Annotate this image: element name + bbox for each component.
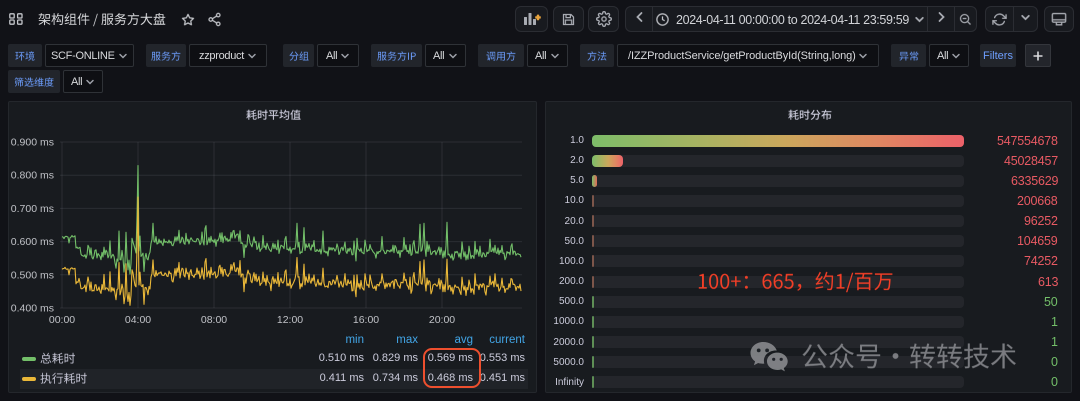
- svg-text:08:00: 08:00: [201, 314, 227, 326]
- svg-text:0.900 ms: 0.900 ms: [11, 137, 54, 149]
- svg-text:12:00: 12:00: [277, 314, 303, 326]
- svg-text:04:00: 04:00: [125, 314, 151, 326]
- svg-text:0.800 ms: 0.800 ms: [11, 170, 54, 182]
- svg-text:0.500 ms: 0.500 ms: [11, 269, 54, 281]
- svg-text:0.400 ms: 0.400 ms: [11, 303, 54, 315]
- svg-text:00:00: 00:00: [49, 314, 75, 326]
- svg-text:16:00: 16:00: [353, 314, 379, 326]
- svg-text:0.700 ms: 0.700 ms: [11, 203, 54, 215]
- svg-text:0.600 ms: 0.600 ms: [11, 236, 54, 248]
- svg-text:20:00: 20:00: [429, 314, 455, 326]
